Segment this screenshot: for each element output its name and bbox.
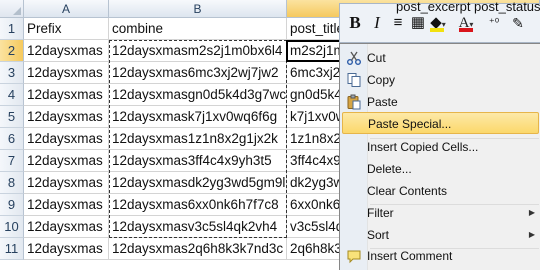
menu-item-label: Insert Copied Cells... (367, 140, 479, 154)
menu-item-insert-comment[interactable]: Insert Comment (342, 245, 539, 267)
table-cell[interactable]: 12daysxmas (24, 106, 109, 128)
table-cell[interactable]: 12daysxmas (24, 172, 109, 194)
menu-item-filter[interactable]: Filter ▶ (342, 202, 539, 224)
menu-item-cut[interactable]: Cut (342, 47, 539, 69)
menu-item-label: Cut (367, 51, 386, 65)
format-painter-button[interactable]: ✎ (508, 12, 528, 34)
center-align-button[interactable]: ≡ (388, 12, 408, 34)
cell-header-combine[interactable]: combine (109, 18, 287, 40)
mini-toolbar: post_excerpt post_status B I ≡ ▦ ◆▾ A▾ ⁺… (339, 0, 540, 43)
row-header[interactable]: 6 (0, 128, 24, 150)
paste-icon (346, 94, 362, 110)
table-cell[interactable]: 12daysxmas6xx0nk6h7f7c8 (109, 194, 287, 216)
menu-item-label: Paste (367, 95, 398, 109)
table-cell[interactable]: 12daysxmas (24, 216, 109, 238)
menu-item-label: Copy (367, 73, 396, 87)
menu-item-label: Filter (367, 206, 394, 220)
row-header[interactable]: 4 (0, 84, 24, 106)
table-cell[interactable]: 12daysxmas (24, 150, 109, 172)
italic-button[interactable]: I (367, 12, 387, 34)
menu-item-insert-copied-cells[interactable]: Insert Copied Cells... (342, 136, 539, 158)
menu-item-delete[interactable]: Delete... (342, 158, 539, 180)
table-cell[interactable]: 12daysxmas6mc3xj2wj7jw2 (109, 62, 287, 84)
menu-item-paste[interactable]: Paste (342, 91, 539, 113)
bold-button[interactable]: B (345, 12, 365, 34)
table-cell[interactable]: 12daysxmasv3c5sl4qk2vh4 (109, 216, 287, 238)
row-header[interactable]: 10 (0, 216, 24, 238)
font-color-button[interactable]: A▾ (456, 12, 476, 34)
table-cell[interactable]: 12daysxmas (24, 62, 109, 84)
submenu-arrow-icon: ▶ (528, 208, 535, 217)
table-cell[interactable]: 12daysxmasgn0d5k4d3g7wc (109, 84, 287, 106)
cell-header-prefix[interactable]: Prefix (24, 18, 109, 40)
table-cell[interactable]: 12daysxmasm2s2j1m0bx6l4 (109, 40, 287, 62)
table-cell[interactable]: 12daysxmas (24, 238, 109, 260)
row-header[interactable]: 3 (0, 62, 24, 84)
row-header[interactable]: 2 (0, 40, 24, 62)
font-color-swatch (459, 28, 473, 32)
row-header[interactable]: 5 (0, 106, 24, 128)
fill-color-swatch (430, 28, 444, 32)
table-cell[interactable]: 12daysxmas2q6h8k3k7nd3c (109, 238, 287, 260)
menu-item-sort[interactable]: Sort ▶ (342, 224, 539, 246)
menu-item-label: Delete... (367, 162, 412, 176)
menu-item-clear-contents[interactable]: Clear Contents (342, 180, 539, 202)
table-cell[interactable]: 12daysxmas (24, 84, 109, 106)
scissors-icon (346, 50, 362, 66)
copy-icon (346, 72, 362, 88)
submenu-arrow-icon: ▶ (528, 230, 535, 239)
increase-decimal-button[interactable]: ⁺⁰ (484, 12, 504, 34)
table-cell[interactable]: 12daysxmas (24, 40, 109, 62)
column-header-a[interactable]: A (24, 0, 109, 18)
menu-item-label: Insert Comment (367, 249, 453, 263)
row-header[interactable]: 11 (0, 238, 24, 260)
borders-button[interactable]: ▦ (408, 12, 428, 34)
select-all-corner[interactable] (0, 0, 24, 18)
row-header[interactable]: 1 (0, 18, 24, 40)
menu-item-label: Sort (367, 228, 390, 242)
table-cell[interactable]: 12daysxmas (24, 128, 109, 150)
menu-item-copy[interactable]: Copy (342, 69, 539, 91)
table-cell[interactable]: 12daysxmask7j1xv0wq6f6g (109, 106, 287, 128)
menu-item-label: Paste Special... (368, 117, 452, 131)
table-cell[interactable]: 12daysxmas3ff4c4x9yh3t5 (109, 150, 287, 172)
table-cell[interactable]: 12daysxmas (24, 194, 109, 216)
column-header-b[interactable]: B (109, 0, 287, 18)
menu-item-paste-special[interactable]: Paste Special... (342, 112, 539, 134)
table-cell[interactable]: 12daysxmas1z1n8x2g1jx2k (109, 128, 287, 150)
menu-item-label: Clear Contents (367, 184, 448, 198)
fill-color-button[interactable]: ◆▾ (428, 12, 448, 34)
row-header[interactable]: 9 (0, 194, 24, 216)
comment-icon (346, 248, 362, 264)
row-header[interactable]: 8 (0, 172, 24, 194)
context-menu: Cut Copy Paste Paste Special... Insert C… (339, 43, 540, 270)
table-cell[interactable]: 12daysxmasdk2yg3wd5gm9l (109, 172, 287, 194)
row-header[interactable]: 7 (0, 150, 24, 172)
